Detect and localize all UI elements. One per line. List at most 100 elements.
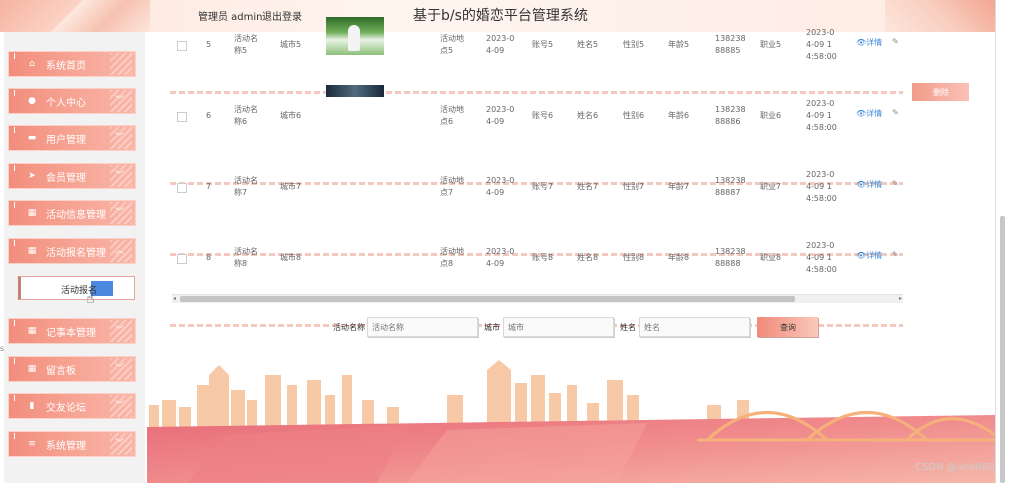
cell-signup-time: 2023-0 xyxy=(806,99,835,108)
chevron-down-icon: ﹀ xyxy=(114,326,124,336)
cell-date: 4-09 xyxy=(486,259,505,268)
activity-photo[interactable] xyxy=(326,85,384,97)
scroll-left-arrow-icon[interactable]: ◂ xyxy=(173,295,176,302)
cell-index: 6 xyxy=(206,111,212,120)
edit-icon[interactable]: ✎ xyxy=(892,250,899,259)
footer-scenery-illustration xyxy=(147,360,995,483)
eye-icon: 👁 xyxy=(856,109,867,118)
cell-gender: 性别6 xyxy=(623,111,645,120)
cell-phone: 88886 xyxy=(715,117,741,126)
list-icon: ≡ xyxy=(28,439,36,449)
cell-account: 账号5 xyxy=(532,40,554,49)
table-row: 7 活动名 称7 城市7 活动地 点7 2023-0 4-09 账号7 姓名7 性别7 年龄7 1382… xyxy=(170,170,903,256)
cell-date: 2023-0 xyxy=(486,176,515,185)
submenu-item-activity-signup[interactable]: 活动报名 xyxy=(18,276,135,300)
detail-link[interactable]: 👁详情 xyxy=(856,250,882,261)
cell-signup-time: 4-09 1 xyxy=(806,253,832,262)
cell-activity-place: 活动地 xyxy=(440,105,464,114)
menu-accent-mark xyxy=(14,202,15,208)
table-row: 5 活动名 称5 城市5 活动地 点5 2023-0 4-09 账号5 姓名5 性别5 年龄5 1382… xyxy=(170,17,903,94)
cell-job: 职业7 xyxy=(760,182,782,191)
grid-icon: ▦ xyxy=(27,326,37,336)
grid-icon: ▦ xyxy=(27,246,37,256)
scroll-right-arrow-icon[interactable]: ▸ xyxy=(899,295,902,302)
sidebar-item-9[interactable]: ▮ 交友论坛 ﹀ xyxy=(8,393,136,419)
sidebar-item-1[interactable]: ⌂ 系统首页 xyxy=(8,51,136,77)
cell-job: 职业6 xyxy=(760,111,782,120)
detail-link[interactable]: 👁详情 xyxy=(856,37,882,48)
menu-accent-mark xyxy=(14,433,15,439)
cell-activity-place: 活动地 xyxy=(440,34,464,43)
search-activity-label: 活动名称 xyxy=(333,323,365,332)
table-horizontal-scrollbar[interactable]: ◂ ▸ xyxy=(172,294,903,303)
cell-age: 年龄8 xyxy=(668,253,690,262)
cell-city: 城市5 xyxy=(280,40,302,49)
chart-icon: ▮ xyxy=(29,401,35,411)
search-name-input[interactable] xyxy=(639,317,750,337)
sidebar-item-10[interactable]: ≡ 系统管理 ﹀ xyxy=(8,431,136,457)
page-scrollbar-thumb[interactable] xyxy=(1000,216,1005,483)
activity-photo[interactable] xyxy=(326,17,384,55)
menu-accent-mark xyxy=(14,53,15,59)
chevron-down-icon: ﹀ xyxy=(114,171,124,181)
cell-date: 4-09 xyxy=(486,188,505,197)
menu-accent-mark xyxy=(14,358,15,364)
cell-phone: 138238 xyxy=(715,105,746,114)
sidebar-item-6[interactable]: ▦ 活动报名管理 ︿ xyxy=(8,238,136,264)
cell-signup-time: 4:58:00 xyxy=(806,52,837,61)
menu-accent-mark xyxy=(14,240,15,246)
delete-button[interactable]: 删除 xyxy=(912,83,969,101)
search-activity-input[interactable] xyxy=(367,317,478,337)
cell-activity-place: 点5 xyxy=(440,46,454,55)
cell-phone: 138238 xyxy=(715,34,746,43)
detail-link-label: 详情 xyxy=(866,180,883,189)
sidebar-item-8[interactable]: ▦ 留言板 ﹀ xyxy=(8,356,136,382)
logout-link[interactable]: 退出登录 xyxy=(262,8,302,23)
row-checkbox[interactable] xyxy=(177,183,187,193)
edit-icon[interactable]: ✎ xyxy=(892,108,899,117)
chevron-up-icon: ︿ xyxy=(114,246,124,256)
detail-link[interactable]: 👁详情 xyxy=(856,108,882,119)
sidebar-item-label: 系统首页 xyxy=(46,61,86,72)
cell-city: 城市7 xyxy=(280,182,302,191)
cell-date: 2023-0 xyxy=(486,105,515,114)
cell-activity-place: 点7 xyxy=(440,188,454,197)
cell-account: 账号8 xyxy=(532,253,554,262)
cell-index: 7 xyxy=(206,182,212,191)
edit-icon[interactable]: ✎ xyxy=(892,37,899,46)
detail-link-label: 详情 xyxy=(866,38,883,47)
row-checkbox[interactable] xyxy=(177,254,187,264)
cell-signup-time: 4:58:00 xyxy=(806,265,837,274)
cell-age: 年龄7 xyxy=(668,182,690,191)
edge-mark: s xyxy=(0,344,5,353)
cell-signup-time: 2023-0 xyxy=(806,28,835,37)
city-skyline xyxy=(149,360,749,430)
table-row: 6 活动名 称6 城市6 活动地 点6 2023-0 4-09 账号6 姓名6 性别6 年龄6 1382… xyxy=(170,85,903,185)
search-city-input[interactable] xyxy=(503,317,614,337)
sidebar-item-label: 留言板 xyxy=(46,366,76,377)
cell-phone: 88887 xyxy=(715,188,741,197)
sidebar-item-3[interactable]: ▬ 用户管理 ﹀ xyxy=(8,125,136,151)
cell-index: 5 xyxy=(206,40,212,49)
search-button[interactable]: 查询 xyxy=(757,317,818,337)
chevron-down-icon: ﹀ xyxy=(114,208,124,218)
sidebar-item-5[interactable]: ▦ 活动信息管理 ﹀ xyxy=(8,200,136,226)
edit-icon[interactable]: ✎ xyxy=(892,179,899,188)
cell-city: 城市8 xyxy=(280,253,302,262)
cell-age: 年龄6 xyxy=(668,111,690,120)
cell-phone: 88885 xyxy=(715,46,741,55)
sidebar-item-2[interactable]: ● 个人中心 ﹀ xyxy=(8,88,136,114)
row-checkbox[interactable] xyxy=(177,41,187,51)
briefcase-icon: ▬ xyxy=(27,133,37,143)
sidebar-item-7[interactable]: ▦ 记事本管理 ﹀ xyxy=(8,318,136,344)
cell-gender: 性别8 xyxy=(623,253,645,262)
cell-job: 职业8 xyxy=(760,253,782,262)
row-checkbox[interactable] xyxy=(177,112,187,122)
sidebar-item-4[interactable]: ➤ 会员管理 ﹀ xyxy=(8,163,136,189)
table-row: 8 活动名 称8 城市8 活动地 点8 2023-0 4-09 账号8 姓名8 性别8 年龄8 1382… xyxy=(170,241,903,327)
menu-accent-mark xyxy=(14,90,15,96)
sidebar-item-label: 系统管理 xyxy=(46,441,86,452)
row-divider xyxy=(170,91,903,94)
table-scrollbar-thumb[interactable] xyxy=(180,296,795,302)
detail-link[interactable]: 👁详情 xyxy=(856,179,882,190)
